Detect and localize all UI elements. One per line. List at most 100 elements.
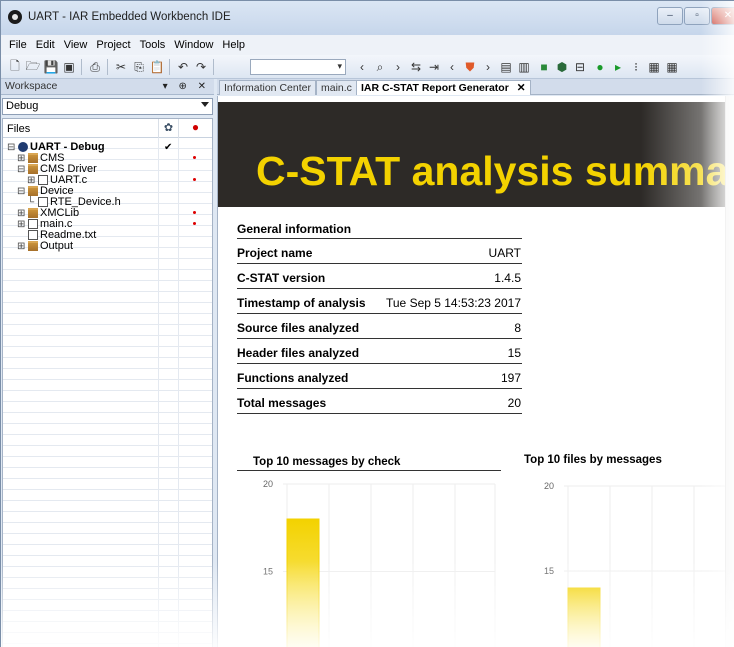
menu-view[interactable]: View	[64, 39, 88, 51]
tree-item[interactable]: ⊞ CMS	[3, 153, 212, 164]
folder-icon	[28, 241, 38, 251]
folder-icon	[28, 164, 38, 174]
tree-item[interactable]: └ RTE_Device.h	[3, 197, 212, 209]
error-dot-icon	[193, 156, 196, 159]
info-key: C-STAT version	[237, 271, 326, 285]
files-column-header: Files	[7, 123, 31, 135]
error-dot-icon	[193, 222, 196, 225]
undo-icon[interactable]: ↶	[175, 59, 191, 75]
configuration-value: Debug	[6, 100, 39, 112]
dropdown-icon[interactable]: ⁝	[628, 59, 644, 75]
tree-expander-icon[interactable]: ⊟	[17, 186, 25, 197]
toggle-breakpoint-icon[interactable]: ⊟	[572, 59, 588, 75]
tree-expander-icon[interactable]: ⊞	[17, 241, 25, 252]
y-tick-label: 20	[544, 481, 554, 491]
menu-help[interactable]: Help	[222, 39, 245, 51]
indent-icon[interactable]: ⇥	[426, 59, 442, 75]
tree-expander-icon[interactable]: ⊞	[17, 219, 25, 230]
close-icon[interactable]: ✕	[517, 82, 526, 94]
tab-information-center[interactable]: Information Center	[219, 80, 316, 95]
chart-title: Top 10 messages by check	[237, 456, 501, 471]
print-icon[interactable]: ⎙	[87, 59, 103, 75]
maximize-button[interactable]: ▫	[684, 7, 710, 25]
next-icon[interactable]: ›	[480, 59, 496, 75]
scrollbar[interactable]	[725, 96, 734, 647]
chart-files-by-messages: Top 10 files by messages 20 15	[524, 454, 734, 647]
copy-icon[interactable]: ⎘	[131, 59, 147, 75]
bar	[286, 518, 320, 647]
menu-project[interactable]: Project	[96, 39, 130, 51]
files-panel: Files ✿ ● ⊟ UART - Debug ✔ ⊞ CMS ⊟ CMS Driver ⊞…	[2, 118, 213, 647]
info-row: Functions analyzed 197	[237, 364, 522, 389]
project-icon	[18, 142, 28, 152]
folder-icon	[28, 153, 38, 163]
tree-expander-icon[interactable]: └	[27, 197, 34, 208]
shield-icon[interactable]: ⛊	[462, 59, 478, 75]
tree-expander-icon[interactable]: ⊟	[17, 164, 25, 175]
chart-messages-by-check: Top 10 messages by check 201510	[237, 456, 501, 647]
folder-icon	[28, 208, 38, 218]
make-icon[interactable]: ▥	[516, 59, 532, 75]
tab-cstat-report[interactable]: IAR C-STAT Report Generator ✕	[356, 80, 531, 95]
new-file-icon[interactable]: 🗋	[7, 59, 23, 75]
find-combo[interactable]	[250, 59, 346, 75]
y-tick-label: 20	[263, 479, 273, 489]
info-value: 15	[507, 346, 521, 360]
open-file-icon[interactable]: 🗁	[25, 59, 41, 75]
tree-expander-icon[interactable]: ⊞	[27, 175, 35, 186]
paste-icon[interactable]: 📋	[149, 59, 165, 75]
tree-expander-icon[interactable]: ⊞	[17, 208, 25, 219]
info-value: 20	[507, 396, 521, 410]
search-icon[interactable]: ⌕	[372, 59, 388, 75]
tree-item[interactable]: ⊞ Output	[3, 241, 212, 253]
tree-expander-icon[interactable]: ⊟	[7, 142, 15, 153]
minimize-button[interactable]: –	[657, 7, 683, 25]
tab-main-c[interactable]: main.c	[316, 80, 357, 95]
toolbar-extra-icon-2[interactable]: ▦	[664, 59, 680, 75]
menu-file[interactable]: File	[9, 39, 27, 51]
toolbar-separator	[81, 59, 82, 75]
error-dot-icon	[193, 178, 196, 181]
tree-item[interactable]: ⊟ CMS Driver	[3, 164, 212, 176]
menu-tools[interactable]: Tools	[140, 39, 166, 51]
download-debug-icon[interactable]: ●	[592, 59, 608, 75]
save-icon[interactable]: 💾	[43, 59, 59, 75]
gear-icon[interactable]: ✿	[158, 119, 178, 138]
tree-item[interactable]: ⊟ UART - Debug ✔	[3, 142, 212, 154]
tree-item[interactable]: ⊞ XMCLib	[3, 208, 212, 219]
info-value: 1.4.5	[494, 271, 521, 285]
file-icon	[28, 230, 38, 240]
stop-build-icon[interactable]: ⬢	[554, 59, 570, 75]
error-dot-icon[interactable]: ●	[178, 119, 212, 138]
prev-icon[interactable]: ‹	[444, 59, 460, 75]
menu-bar: File Edit View Project Tools Window Help	[1, 35, 734, 55]
menu-edit[interactable]: Edit	[36, 39, 55, 51]
compile-icon[interactable]: ▤	[498, 59, 514, 75]
tree-expander-icon[interactable]: ⊞	[17, 153, 25, 164]
configuration-select[interactable]: Debug	[2, 98, 213, 115]
info-row: C-STAT version 1.4.5	[237, 264, 522, 289]
menu-window[interactable]: Window	[174, 39, 213, 51]
report-view: C-STAT analysis summary General informat…	[217, 96, 734, 647]
window-controls: – ▫ ✕	[656, 7, 734, 25]
workspace-header: Workspace ▾ ⊕ ✕	[1, 79, 214, 95]
info-value: 8	[514, 321, 521, 335]
debug-without-download-icon[interactable]: ▸	[610, 59, 626, 75]
info-value: 197	[500, 371, 521, 385]
build-icon[interactable]: ■	[536, 59, 552, 75]
redo-icon[interactable]: ↷	[193, 59, 209, 75]
tree-item[interactable]: Readme.txt	[3, 230, 212, 241]
folder-icon	[28, 186, 38, 196]
tree-item[interactable]: ⊞ main.c	[3, 219, 212, 230]
tree-item[interactable]: ⊞ UART.c	[3, 175, 212, 186]
toolbar-extra-icon[interactable]: ▦	[646, 59, 662, 75]
navigate-back-icon[interactable]: ‹	[354, 59, 370, 75]
bookmark-icon[interactable]: ⇆	[408, 59, 424, 75]
workspace-header-buttons[interactable]: ▾ ⊕ ✕	[163, 79, 210, 94]
navigate-forward-icon[interactable]: ›	[390, 59, 406, 75]
info-row: Header files analyzed 15	[237, 339, 522, 364]
cut-icon[interactable]: ✂	[113, 59, 129, 75]
general-information-table: General information Project name UART C-S…	[237, 222, 522, 414]
close-button[interactable]: ✕	[711, 7, 734, 25]
save-all-icon[interactable]: ▣	[61, 59, 77, 75]
